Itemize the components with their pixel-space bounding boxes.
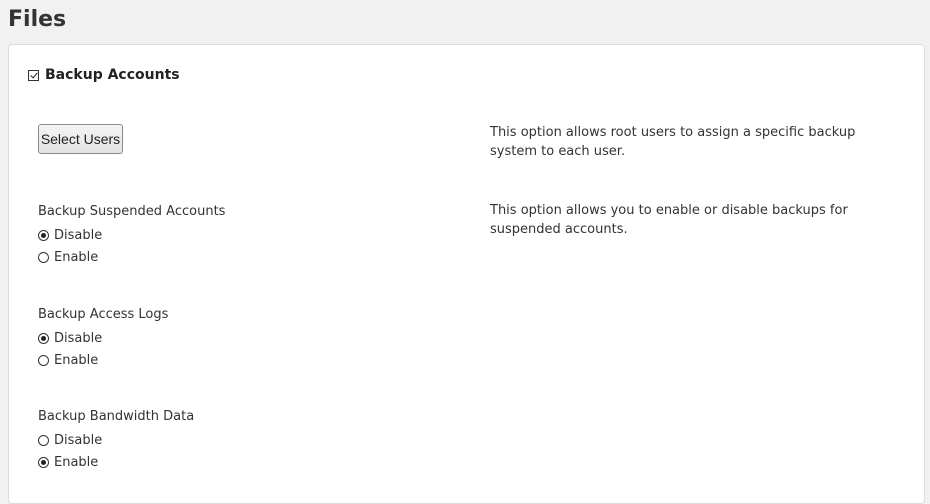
backup-accounts-panel: Backup Accounts Select Users This option… bbox=[8, 44, 925, 504]
backup-bandwidth-data-group: Backup Bandwidth Data Disable Enable bbox=[38, 407, 194, 473]
backup-bandwidth-data-enable-radio[interactable] bbox=[38, 456, 49, 468]
backup-access-logs-disable-option[interactable]: Disable bbox=[38, 327, 168, 349]
backup-access-logs-enable-radio[interactable] bbox=[38, 354, 49, 366]
backup-access-logs-group: Backup Access Logs Disable Enable bbox=[38, 305, 168, 371]
backup-access-logs-disable-radio[interactable] bbox=[38, 332, 49, 344]
backup-suspended-accounts-description: This option allows you to enable or disa… bbox=[490, 203, 848, 237]
backup-suspended-accounts-label: Backup Suspended Accounts bbox=[38, 204, 226, 219]
radio-label: Disable bbox=[54, 330, 103, 346]
radio-label: Enable bbox=[54, 249, 99, 265]
backup-suspended-accounts-disable-radio[interactable] bbox=[38, 229, 49, 241]
backup-bandwidth-data-disable-radio[interactable] bbox=[38, 434, 49, 446]
backup-suspended-accounts-enable-option[interactable]: Enable bbox=[38, 246, 225, 268]
backup-access-logs-enable-option[interactable]: Enable bbox=[38, 349, 168, 371]
backup-suspended-accounts-enable-radio[interactable] bbox=[38, 251, 49, 263]
radio-label: Disable bbox=[54, 432, 103, 448]
backup-access-logs-label: Backup Access Logs bbox=[38, 307, 169, 322]
radio-label: Enable bbox=[54, 454, 99, 470]
backup-accounts-title: Backup Accounts bbox=[45, 67, 180, 83]
select-users-description: This option allows root users to assign … bbox=[490, 125, 856, 159]
backup-accounts-checkbox[interactable] bbox=[28, 69, 39, 81]
select-users-button[interactable]: Select Users bbox=[38, 124, 123, 154]
page-title: Files bbox=[8, 7, 67, 32]
backup-accounts-toggle[interactable]: Backup Accounts bbox=[28, 67, 180, 83]
backup-suspended-accounts-disable-option[interactable]: Disable bbox=[38, 224, 225, 246]
backup-suspended-accounts-group: Backup Suspended Accounts Disable Enable bbox=[38, 202, 225, 268]
radio-label: Disable bbox=[54, 227, 103, 243]
radio-label: Enable bbox=[54, 352, 99, 368]
backup-bandwidth-data-disable-option[interactable]: Disable bbox=[38, 429, 194, 451]
backup-bandwidth-data-label: Backup Bandwidth Data bbox=[38, 409, 195, 424]
backup-bandwidth-data-enable-option[interactable]: Enable bbox=[38, 451, 194, 473]
